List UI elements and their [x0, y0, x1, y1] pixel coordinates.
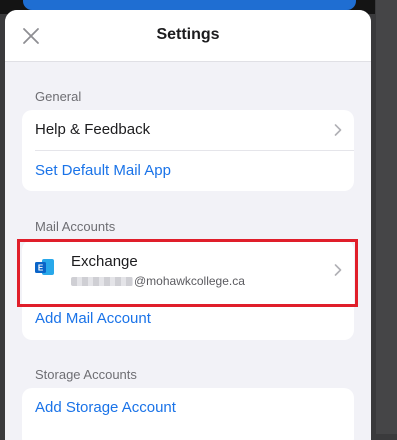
set-default-mail-app-label: Set Default Mail App	[35, 162, 171, 179]
help-feedback-label: Help & Feedback	[35, 121, 151, 138]
background-edge	[376, 0, 397, 434]
section-label-mail-accounts: Mail Accounts	[35, 219, 116, 234]
storage-accounts-card: Add Storage Account	[22, 388, 354, 440]
add-mail-account-label: Add Mail Account	[35, 310, 151, 327]
set-default-mail-app-link[interactable]: Set Default Mail App	[22, 151, 354, 191]
settings-sheet: Settings General Help & Feedback Set Def…	[5, 10, 371, 440]
add-storage-account-label: Add Storage Account	[35, 399, 176, 416]
section-label-storage-accounts: Storage Accounts	[35, 367, 137, 382]
help-feedback-item[interactable]: Help & Feedback	[22, 110, 354, 150]
highlight-annotation-box	[17, 239, 358, 307]
add-storage-account-link[interactable]: Add Storage Account	[22, 388, 354, 428]
section-label-general: General	[35, 89, 82, 104]
page-title: Settings	[156, 26, 220, 43]
chevron-right-icon	[334, 124, 342, 136]
background-app-banner	[23, 0, 356, 10]
settings-header: Settings	[5, 10, 371, 62]
general-card: Help & Feedback Set Default Mail App	[22, 110, 354, 191]
